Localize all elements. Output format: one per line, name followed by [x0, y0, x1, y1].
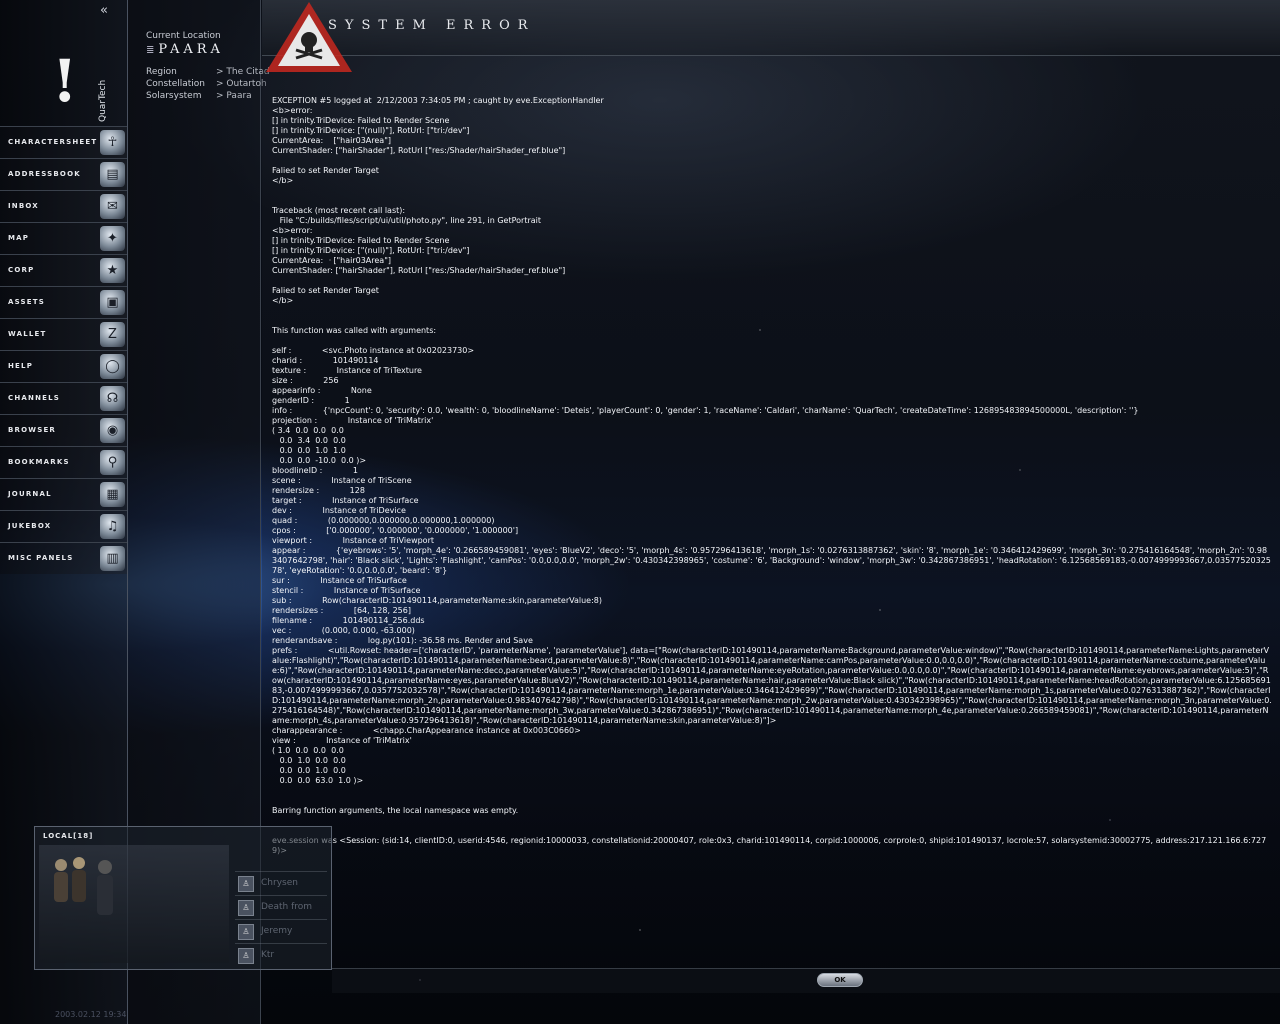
neocom-item-label: CHARACTERSHEET	[8, 138, 98, 146]
error-button-bar: OK	[332, 968, 1280, 993]
location-header: Current Location	[146, 31, 221, 41]
neocom-item-help[interactable]: HELP ◯	[0, 350, 127, 382]
collapse-icon[interactable]: «	[100, 4, 116, 18]
portrait-placeholder-icon: !	[52, 47, 78, 115]
neocom-item-label: BROWSER	[8, 426, 57, 434]
addressbook-icon: ▤	[100, 162, 125, 187]
local-chat-member[interactable]: ♙ Chrysen	[235, 871, 327, 894]
error-title: SYSTEM ERROR	[328, 18, 536, 33]
neocom-item-label: CORP	[8, 266, 35, 274]
location-icon: ≣	[146, 45, 155, 56]
solarsystem-label: Solarsystem	[146, 91, 202, 101]
channels-icon: ☊	[100, 386, 125, 411]
neocom-item-label: CHANNELS	[8, 394, 61, 402]
local-chat-member[interactable]: ♙ Death from	[235, 895, 327, 918]
ok-button[interactable]: OK	[817, 973, 863, 987]
character-name: QuarTech	[98, 79, 108, 122]
neocom-item-misc-panels[interactable]: MISC PANELS ▥	[0, 542, 127, 574]
member-name: Ktr	[261, 950, 275, 960]
member-name: Death from	[261, 902, 313, 912]
neocom-item-assets[interactable]: ASSETS ▣	[0, 286, 127, 318]
neocom-item-map[interactable]: MAP ✦	[0, 222, 127, 254]
assets-icon: ▣	[100, 290, 125, 315]
solarsystem-value[interactable]: > Paara	[216, 91, 252, 101]
neocom-item-label: BOOKMARKS	[8, 458, 70, 466]
local-chat-members-portrait	[39, 845, 229, 963]
error-titlebar[interactable]: SYSTEM ERROR	[262, 0, 1280, 72]
system-error-window: SYSTEM ERROR EXCEPTION #5 logged at 2/12…	[262, 0, 1280, 1024]
misc-panels-icon: ▥	[100, 546, 125, 571]
local-chat-title: LOCAL[18]	[43, 832, 94, 840]
constellation-label: Constellation	[146, 79, 206, 89]
member-avatar-icon: ♙	[238, 900, 254, 916]
member-avatar-icon: ♙	[238, 924, 254, 940]
neocom-item-label: JOURNAL	[8, 490, 52, 498]
help-icon: ◯	[100, 354, 125, 379]
bookmarks-icon: ⚲	[100, 450, 125, 475]
neocom-item-label: ADDRESSBOOK	[8, 170, 81, 178]
people-silhouette-icon	[54, 857, 113, 915]
map-icon: ✦	[100, 226, 125, 251]
neocom-item-label: HELP	[8, 362, 34, 370]
neocom-item-label: WALLET	[8, 330, 47, 338]
charactersheet-icon: ☥	[100, 130, 125, 155]
neocom-item-wallet[interactable]: WALLET Z	[0, 318, 127, 350]
location-name: ≣ PAARA	[146, 42, 224, 57]
neocom-item-charactersheet[interactable]: CHARACTERSHEET ☥	[0, 126, 127, 158]
member-avatar-icon: ♙	[238, 948, 254, 964]
member-name: Chrysen	[261, 878, 298, 888]
neocom-item-corp[interactable]: CORP ★	[0, 254, 127, 286]
neocom-item-bookmarks[interactable]: BOOKMARKS ⚲	[0, 446, 127, 478]
neocom-item-addressbook[interactable]: ADDRESSBOOK ▤	[0, 158, 127, 190]
member-avatar-icon: ♙	[238, 876, 254, 892]
neocom-item-journal[interactable]: JOURNAL ▦	[0, 478, 127, 510]
journal-icon: ▦	[100, 482, 125, 507]
neocom-item-label: MAP	[8, 234, 30, 242]
chat-timestamp: 2003.02.12 19:34	[55, 1010, 127, 1019]
inbox-icon: ✉	[100, 194, 125, 219]
local-chat-member[interactable]: ♙ Jeremy	[235, 919, 327, 942]
local-chat-window[interactable]: LOCAL[18] ♙ Chrysen ♙ Death from ♙ Jeremy ♙ Ktr	[34, 826, 332, 970]
neocom-item-label: INBOX	[8, 202, 39, 210]
character-portrait[interactable]: !	[0, 20, 104, 124]
member-name: Jeremy	[261, 926, 293, 936]
browser-icon: ◉	[100, 418, 125, 443]
exception-log-text: EXCEPTION #5 logged at 2/12/2003 7:34:05…	[272, 96, 1272, 855]
jukebox-icon: ♫	[100, 514, 125, 539]
wallet-icon: Z	[100, 322, 125, 347]
neocom-item-channels[interactable]: CHANNELS ☊	[0, 382, 127, 414]
neocom-item-label: MISC PANELS	[8, 554, 74, 562]
neocom-item-browser[interactable]: BROWSER ◉	[0, 414, 127, 446]
neocom-item-jukebox[interactable]: JUKEBOX ♫	[0, 510, 127, 542]
location-name-text: PAARA	[158, 42, 224, 57]
neocom-item-inbox[interactable]: INBOX ✉	[0, 190, 127, 222]
neocom-item-label: ASSETS	[8, 298, 45, 306]
local-chat-member[interactable]: ♙ Ktr	[235, 943, 327, 966]
neocom-item-label: JUKEBOX	[8, 522, 52, 530]
skull-warning-icon	[266, 2, 352, 72]
constellation-value[interactable]: > Outartoh	[216, 79, 267, 89]
corp-icon: ★	[100, 258, 125, 283]
region-label: Region	[146, 67, 177, 77]
